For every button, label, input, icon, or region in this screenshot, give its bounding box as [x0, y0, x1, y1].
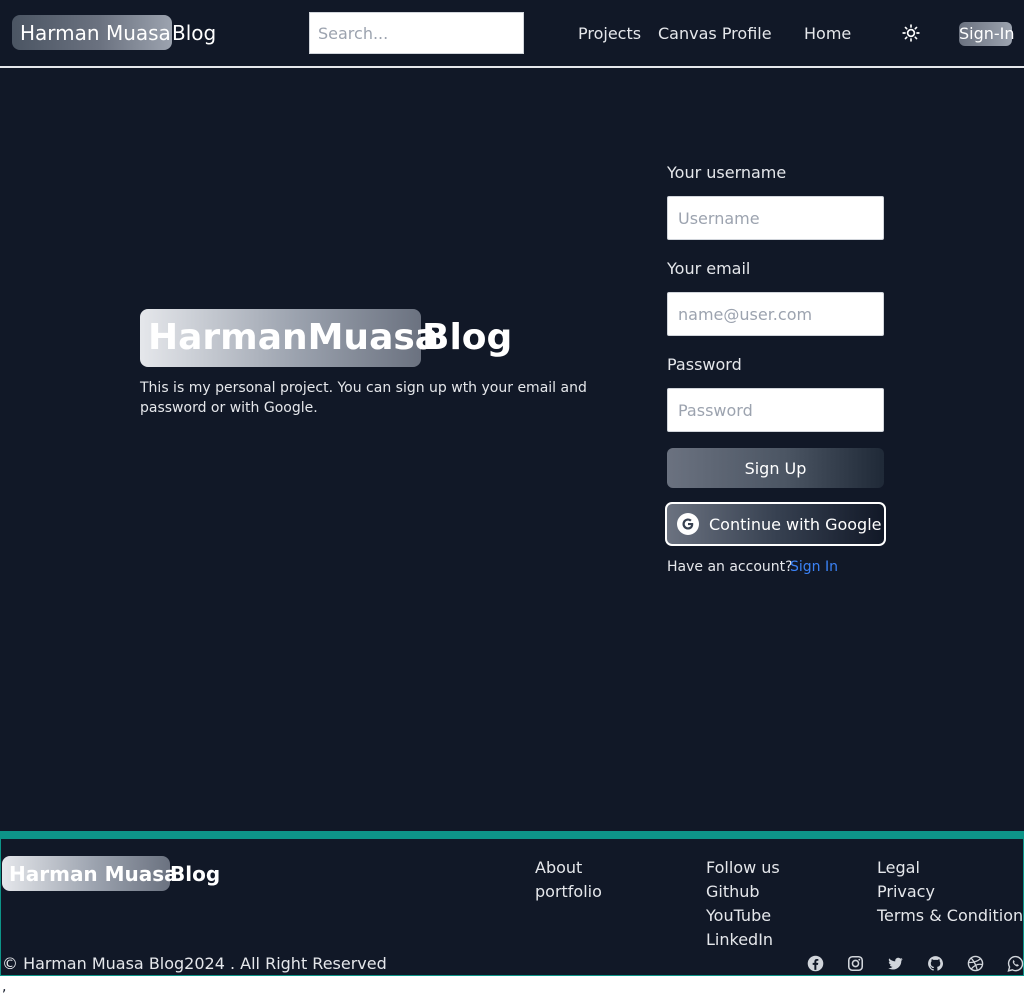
top-navbar: Harman Muasa Blog Projects Canvas Profil… [0, 0, 1024, 68]
instagram-icon[interactable] [846, 954, 864, 972]
brand-name[interactable]: Harman Muasa [20, 20, 171, 46]
google-icon [677, 513, 699, 535]
sun-icon [902, 24, 920, 42]
google-button-label: Continue with Google [709, 514, 882, 534]
username-label: Your username [667, 163, 787, 182]
footer-link-portfolio[interactable]: portfolio [535, 880, 602, 904]
footer-about-title: About [535, 858, 583, 877]
nav-link-projects[interactable]: Projects [578, 24, 641, 44]
footer-link-youtube[interactable]: YouTube [706, 904, 771, 928]
footer-link-github[interactable]: Github [706, 880, 760, 904]
footer-brand-suffix[interactable]: Blog [170, 861, 220, 887]
search-input[interactable] [309, 12, 524, 54]
footer-link-linkedin[interactable]: LinkedIn [706, 928, 773, 952]
email-label: Your email [667, 259, 751, 278]
hero-title-suffix: Blog [422, 317, 513, 358]
signup-button[interactable]: Sign Up [667, 448, 884, 488]
footer-brand-name[interactable]: Harman Muasa [9, 861, 178, 887]
dribbble-icon[interactable] [966, 954, 984, 972]
header-signin-button[interactable]: Sign-In [959, 22, 1015, 46]
signup-page-main: HarmanMuasa Blog This is my personal pro… [0, 68, 1024, 831]
email-input[interactable] [667, 292, 884, 336]
hero-title-name: HarmanMuasa [148, 317, 440, 358]
theme-toggle-button[interactable] [896, 18, 926, 48]
continue-with-google-button[interactable]: Continue with Google [665, 502, 886, 546]
password-input[interactable] [667, 388, 884, 432]
footer-follow-title: Follow us [706, 858, 780, 877]
have-account-text: Have an account? [667, 559, 793, 575]
signin-link[interactable]: Sign In [790, 557, 838, 577]
twitter-icon[interactable] [886, 954, 904, 972]
nav-link-canvas-profile[interactable]: Canvas Profile [658, 24, 772, 44]
copyright-text: © Harman Muasa Blog2024 . All Right Rese… [2, 954, 387, 973]
facebook-icon[interactable] [806, 954, 824, 972]
nav-link-home[interactable]: Home [804, 24, 851, 44]
brand-suffix[interactable]: Blog [172, 20, 216, 46]
hero-description: This is my personal project. You can sig… [140, 380, 587, 416]
footer-link-privacy[interactable]: Privacy [877, 880, 935, 904]
stray-text: , [2, 979, 7, 995]
footer-legal-title: Legal [877, 858, 920, 877]
github-icon[interactable] [926, 954, 944, 972]
whatsapp-icon[interactable] [1006, 954, 1024, 972]
password-label: Password [667, 355, 742, 374]
footer-link-terms[interactable]: Terms & Conditions [877, 904, 1024, 928]
username-input[interactable] [667, 196, 884, 240]
